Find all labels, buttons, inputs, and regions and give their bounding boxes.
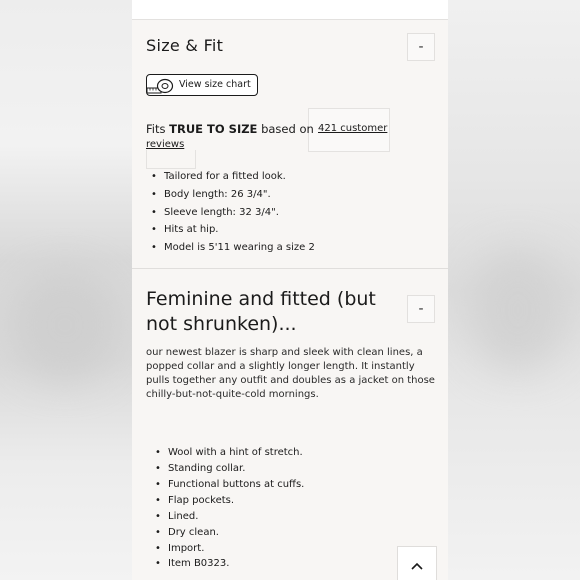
list-item: Lined. xyxy=(155,511,199,522)
list-item: Standing collar. xyxy=(155,463,245,474)
chevron-up-icon xyxy=(411,562,423,570)
fit-prefix: Fits xyxy=(146,122,170,136)
list-item: Sleeve length: 32 3/4". xyxy=(151,207,279,218)
blurred-background-left xyxy=(0,0,132,580)
list-item: Item B0323. xyxy=(155,558,230,569)
blurred-background-right xyxy=(448,0,580,580)
description-heading: Feminine and fitted (but not shrunken)..… xyxy=(146,287,396,337)
description-body: our newest blazer is sharp and sleek wit… xyxy=(146,347,435,400)
minus-icon: - xyxy=(418,301,424,317)
list-item: Functional buttons at cuffs. xyxy=(155,479,304,490)
fit-suffix: based on xyxy=(257,122,314,136)
list-item: Hits at hip. xyxy=(151,224,219,235)
list-item: Tailored for a fitted look. xyxy=(151,171,286,182)
reviews-link-focus-box-lower xyxy=(146,150,196,169)
measuring-tape-icon xyxy=(146,78,174,94)
view-size-chart-label: View size chart xyxy=(179,79,251,90)
size-fit-collapse-button[interactable]: - xyxy=(407,33,435,61)
customer-reviews-link-continued[interactable]: reviews xyxy=(146,139,184,150)
fit-summary: Fits TRUE TO SIZE based on xyxy=(146,122,314,136)
description-heading-line2: not shrunken)... xyxy=(146,313,297,335)
size-fit-heading: Size & Fit xyxy=(146,36,224,55)
list-item: Wool with a hint of stretch. xyxy=(155,447,303,458)
list-item: Model is 5'11 wearing a size 2 xyxy=(151,242,315,253)
scroll-to-top-button[interactable] xyxy=(397,546,437,580)
section-divider xyxy=(132,268,448,269)
list-item: Dry clean. xyxy=(155,527,219,538)
list-item: Flap pockets. xyxy=(155,495,234,506)
list-item: Import. xyxy=(155,543,205,554)
description-collapse-button[interactable]: - xyxy=(407,295,435,323)
customer-reviews-link[interactable]: 421 customer xyxy=(318,123,387,134)
product-details-panel: Size & Fit - View size chart Fits TRUE T… xyxy=(132,0,448,580)
minus-icon: - xyxy=(418,39,424,55)
fit-value: TRUE TO SIZE xyxy=(169,122,258,136)
view-size-chart-button[interactable]: View size chart xyxy=(146,74,258,96)
list-item: Body length: 26 3/4". xyxy=(151,189,271,200)
description-heading-line1: Feminine and fitted (but xyxy=(146,288,376,310)
previous-section-bottom xyxy=(132,0,448,20)
